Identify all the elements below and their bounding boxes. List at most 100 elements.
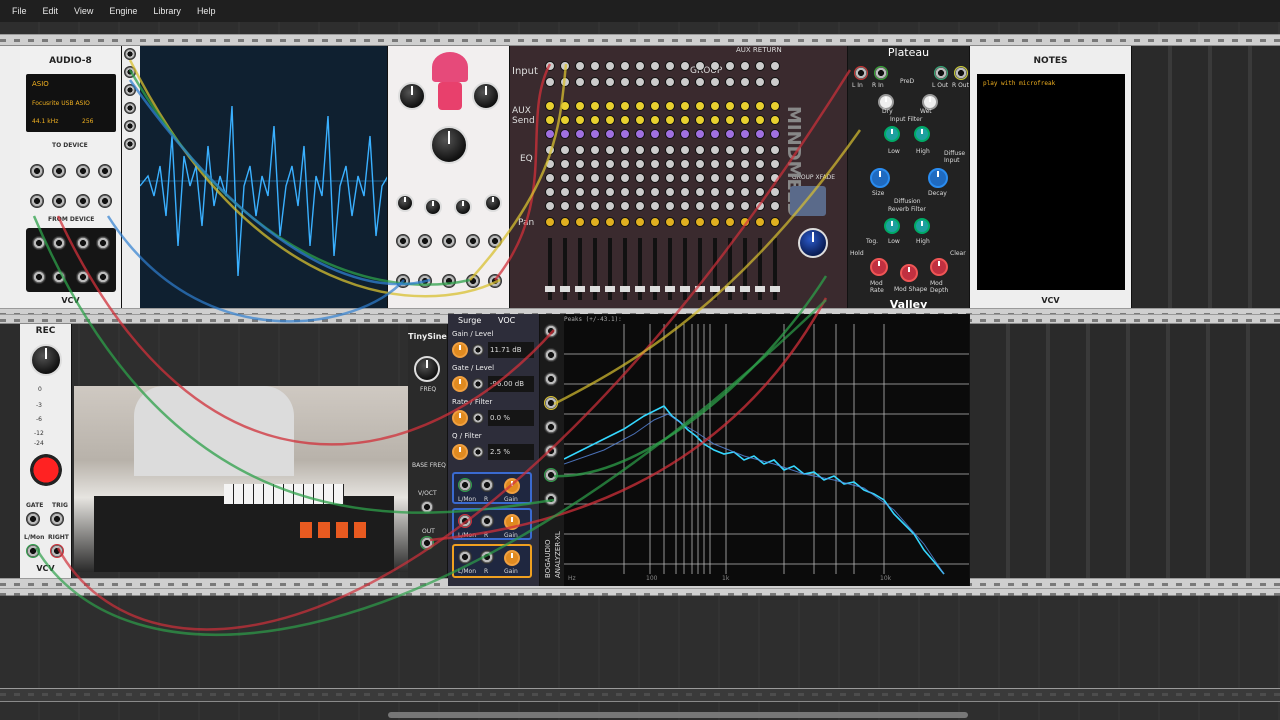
- mixer-knob[interactable]: [725, 173, 735, 183]
- gain-knob[interactable]: [504, 478, 520, 494]
- mixer-knob[interactable]: [740, 145, 750, 155]
- mixer-knob[interactable]: [560, 217, 570, 227]
- fader-cap[interactable]: [650, 286, 660, 292]
- mixer-knob[interactable]: [545, 187, 555, 197]
- mixer-knob[interactable]: [605, 159, 615, 169]
- input-jack[interactable]: [480, 514, 494, 528]
- low-knob[interactable]: [884, 126, 900, 142]
- mixer-knob[interactable]: [695, 187, 705, 197]
- mixer-knob[interactable]: [560, 77, 570, 87]
- mixer-knob[interactable]: [545, 129, 555, 139]
- rate-value-display[interactable]: 0.0 %: [488, 410, 534, 426]
- mixer-knob[interactable]: [650, 187, 660, 197]
- jack[interactable]: [442, 274, 456, 288]
- analyzer-display[interactable]: Hz 100 1k 10k: [564, 324, 970, 584]
- output-jack[interactable]: [480, 550, 494, 564]
- jack[interactable]: [466, 274, 480, 288]
- trig-jack[interactable]: [50, 512, 64, 526]
- mixer-knob[interactable]: [695, 115, 705, 125]
- q-value-display[interactable]: 2.5 %: [488, 444, 534, 460]
- mixer-knob[interactable]: [725, 145, 735, 155]
- mixer-knob[interactable]: [605, 217, 615, 227]
- mixer-knob[interactable]: [575, 201, 585, 211]
- group-xfade-knob[interactable]: [798, 228, 828, 258]
- mixer-knob[interactable]: [590, 159, 600, 169]
- audio8-device[interactable]: Focusrite USB ASIO: [32, 100, 90, 107]
- out-jack[interactable]: [420, 536, 434, 550]
- mixer-knob[interactable]: [770, 61, 780, 71]
- menu-help[interactable]: Help: [189, 6, 224, 16]
- output-jack[interactable]: [76, 270, 90, 284]
- input-jack[interactable]: [30, 194, 44, 208]
- mixer-knob[interactable]: [710, 115, 720, 125]
- output-jack[interactable]: [52, 270, 66, 284]
- mixer-knob[interactable]: [635, 61, 645, 71]
- mixer-knob[interactable]: [665, 77, 675, 87]
- mixer-knob[interactable]: [620, 173, 630, 183]
- fader-cap[interactable]: [710, 286, 720, 292]
- plateau-in-jack[interactable]: [874, 66, 888, 80]
- mod-shape-knob[interactable]: [900, 264, 918, 282]
- mixer-knob[interactable]: [755, 61, 765, 71]
- mixer-knob[interactable]: [680, 217, 690, 227]
- gate-knob[interactable]: [452, 376, 468, 392]
- mixer-knob[interactable]: [725, 101, 735, 111]
- fader-cap[interactable]: [695, 286, 705, 292]
- mixer-knob[interactable]: [650, 101, 660, 111]
- output-jack[interactable]: [96, 236, 110, 250]
- mixer-knob[interactable]: [770, 101, 780, 111]
- mixer-knob[interactable]: [635, 129, 645, 139]
- mod-depth-knob[interactable]: [930, 258, 948, 276]
- mixer-knob[interactable]: [695, 217, 705, 227]
- fader-cap[interactable]: [740, 286, 750, 292]
- rec-gain-knob[interactable]: [30, 344, 62, 376]
- mixer-knob[interactable]: [575, 61, 585, 71]
- fader-cap[interactable]: [605, 286, 615, 292]
- mixer-knob[interactable]: [635, 217, 645, 227]
- mixer-knob[interactable]: [605, 129, 615, 139]
- big-knob[interactable]: [430, 126, 468, 164]
- mixer-knob[interactable]: [725, 201, 735, 211]
- mixer-knob[interactable]: [620, 217, 630, 227]
- mixer-knob[interactable]: [635, 201, 645, 211]
- mixer-knob[interactable]: [770, 77, 780, 87]
- mixer-knob[interactable]: [545, 145, 555, 155]
- mixer-knob[interactable]: [695, 61, 705, 71]
- mixer-knob[interactable]: [710, 129, 720, 139]
- mixer-knob[interactable]: [740, 129, 750, 139]
- analyzer-input-jack[interactable]: [544, 396, 558, 410]
- voct-jack[interactable]: [420, 500, 434, 514]
- output-jack[interactable]: [32, 236, 46, 250]
- analyzer-input-jack[interactable]: [544, 492, 558, 506]
- mixer-knob[interactable]: [635, 187, 645, 197]
- scope-display[interactable]: [140, 46, 387, 308]
- mixer-knob[interactable]: [695, 101, 705, 111]
- mixer-knob[interactable]: [605, 187, 615, 197]
- mixer-knob[interactable]: [680, 101, 690, 111]
- mixer-knob[interactable]: [635, 77, 645, 87]
- mixer-knob[interactable]: [575, 115, 585, 125]
- mixer-knob[interactable]: [770, 115, 780, 125]
- output-jack[interactable]: [458, 550, 472, 564]
- mod-jack[interactable]: [472, 446, 484, 458]
- jack[interactable]: [442, 234, 456, 248]
- mixer-knob[interactable]: [605, 101, 615, 111]
- output-jack[interactable]: [76, 236, 90, 250]
- jack[interactable]: [488, 274, 502, 288]
- mixer-knob[interactable]: [710, 101, 720, 111]
- mixer-knob[interactable]: [770, 159, 780, 169]
- plateau-in-jack[interactable]: [854, 66, 868, 80]
- mixer-knob[interactable]: [635, 159, 645, 169]
- scope-input-jack[interactable]: [124, 102, 136, 114]
- mixer-knob[interactable]: [665, 129, 675, 139]
- mixer-knob[interactable]: [560, 145, 570, 155]
- mod-rate-knob[interactable]: [870, 258, 888, 276]
- mixer-knob[interactable]: [605, 173, 615, 183]
- mixer-knob[interactable]: [545, 61, 555, 71]
- input-jack[interactable]: [480, 478, 494, 492]
- mixer-knob[interactable]: [725, 129, 735, 139]
- mixer-knob[interactable]: [590, 101, 600, 111]
- mixer-knob[interactable]: [755, 217, 765, 227]
- mixer-knob[interactable]: [725, 217, 735, 227]
- mixer-knob[interactable]: [740, 201, 750, 211]
